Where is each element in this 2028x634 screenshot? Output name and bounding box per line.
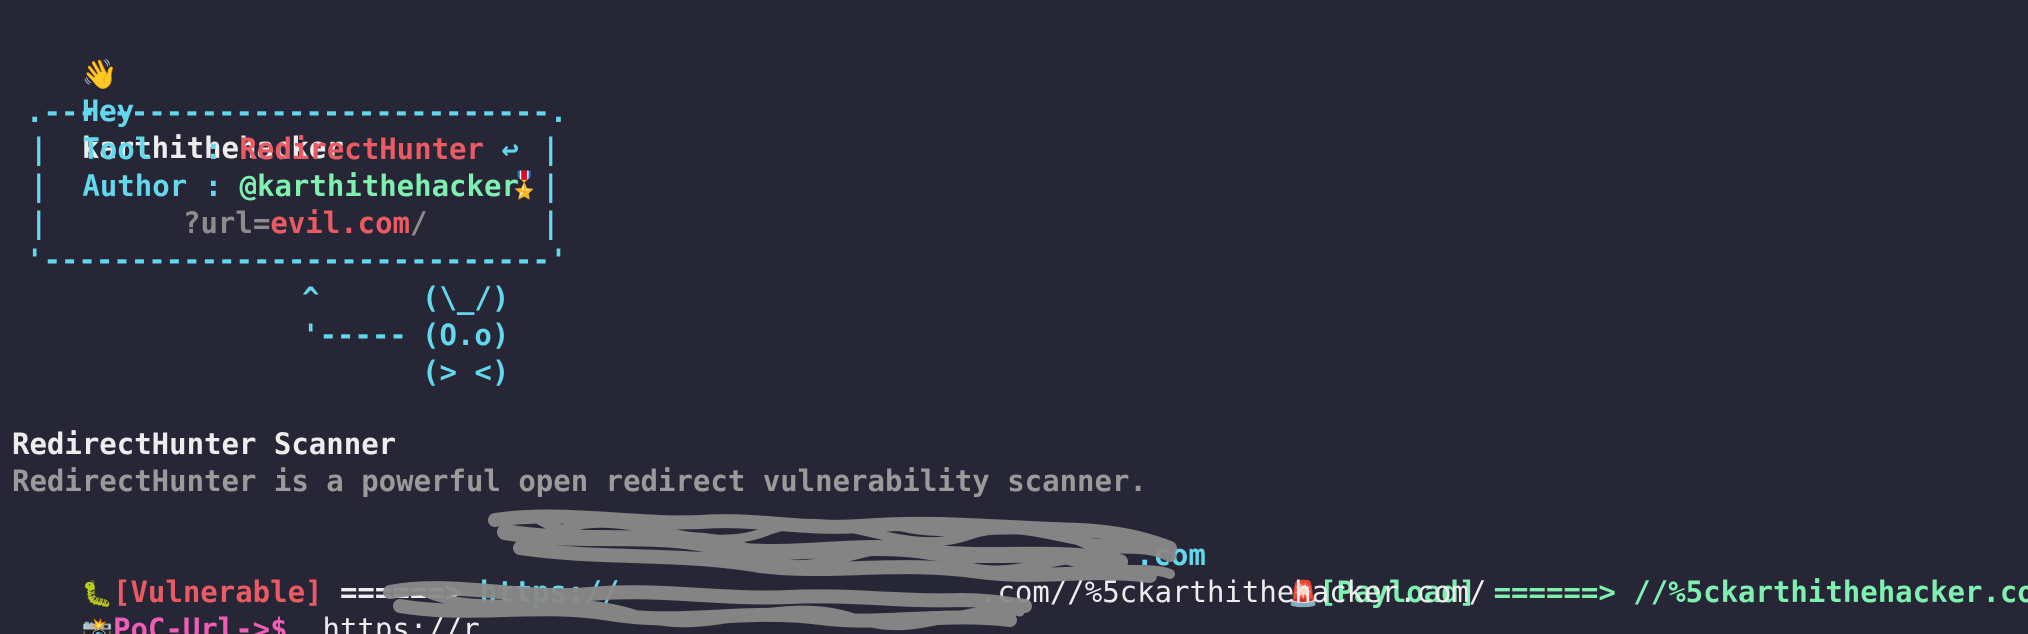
vulnerable-url-prefix: https:// xyxy=(479,575,620,609)
banner-param-line: | xyxy=(30,205,47,242)
poc-line: 📸PoC-Url->$ https://r xyxy=(12,574,480,634)
banner-tool-line: | Tool : RedirectHunter ↩ xyxy=(30,131,519,168)
banner-bottom-border: '-----------------------------' xyxy=(26,243,568,277)
poc-url-start: https://r xyxy=(322,612,480,634)
bunny-face: (O.o) xyxy=(422,318,510,352)
payload-arrow: ======> xyxy=(1493,575,1616,609)
poc-prompt: PoC-Url->$ xyxy=(112,612,288,634)
tool-label: Tool : xyxy=(82,132,223,166)
result-line: 🐛[Vulnerable] ======> https:// xyxy=(12,537,620,609)
author-value: @karthithehacker xyxy=(239,169,519,203)
bunny-ears: (\_/) xyxy=(422,281,510,315)
bunny-caret: ^ xyxy=(302,281,320,315)
poc-url-end: .com//%5ckarthithehacker.com/ xyxy=(980,575,1487,609)
banner-pipe-right: | xyxy=(542,206,560,240)
banner-author-line: | Author : @karthithehacker xyxy=(30,168,519,205)
tool-value: RedirectHunter xyxy=(239,132,484,166)
scanner-description: RedirectHunter is a powerful open redire… xyxy=(12,464,1147,498)
waving-hand-icon: 👋 xyxy=(81,57,118,91)
author-label: Author : xyxy=(82,169,223,203)
medal-icon: 🎖️ xyxy=(508,171,541,201)
banner-pipe-right: | xyxy=(542,132,560,166)
banner-pipe-right: | xyxy=(542,169,560,203)
scanner-title: RedirectHunter Scanner xyxy=(12,427,397,461)
banner-param: ?url=evil.com/ xyxy=(183,205,427,242)
banner-pipe-left: | xyxy=(30,132,48,166)
param-text: ?url= xyxy=(183,206,271,240)
terminal-window[interactable]: 👋 Hey karthithehacker .-----------------… xyxy=(0,0,2028,634)
camera-flash-icon: 📸 xyxy=(81,616,113,634)
payload-value: //%5ckarthithehacker.com/ xyxy=(1633,575,2028,609)
banner-pipe-left: | xyxy=(30,169,48,203)
param-value-slash: / xyxy=(410,206,428,240)
vulnerable-url-suffix: .com xyxy=(1136,538,1206,572)
banner-top-border: .-----------------------------. xyxy=(26,95,568,129)
banner-pipe-left: | xyxy=(30,206,48,240)
return-arrow-icon: ↩ xyxy=(501,132,519,166)
payload-section: 🚨[Payload] ======> //%5ckarthithehacker.… xyxy=(1218,537,2028,609)
bunny-tail: '----- xyxy=(302,318,407,352)
bunny-paws: (> <) xyxy=(422,355,510,389)
param-value-host: evil.com xyxy=(270,206,410,240)
greeting-line: 👋 Hey karthithehacker xyxy=(12,19,344,165)
